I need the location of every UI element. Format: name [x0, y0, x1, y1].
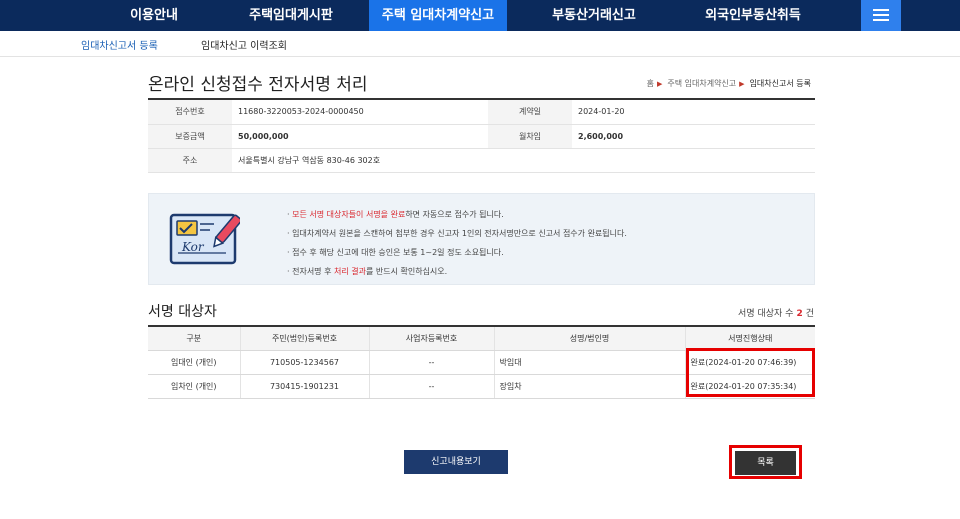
- breadcrumb-home[interactable]: 홈: [647, 79, 654, 88]
- column-header: 사업자등록번호: [368, 326, 494, 351]
- notice-highlight: 모든 서명 대상자들이 서명을 완료: [292, 210, 406, 219]
- card-text: Kor: [181, 240, 205, 254]
- breadcrumb-current: 임대차신고서 등록: [749, 79, 811, 88]
- signer-type: 임차인 (개인): [148, 374, 240, 399]
- contract-date-label: 계약일: [488, 100, 572, 125]
- nav-item-board[interactable]: 주택임대게시판: [236, 0, 346, 31]
- notice-item: · 임대차계약서 원본을 스캔하여 첨부한 경우 신고자 1인의 전자서명만으로…: [287, 229, 627, 238]
- signer-count-label: 서명 대상자 수: [738, 309, 794, 319]
- nav-item-real-estate-trade[interactable]: 부동산거래신고: [534, 0, 654, 31]
- nav-item-lease-report[interactable]: 주택 임대차계약신고: [369, 0, 507, 31]
- nav-item-foreigner[interactable]: 외국인부동산취득: [684, 0, 822, 31]
- notice-highlight: 처리 결과: [333, 267, 366, 276]
- list-button-highlight-box: [729, 445, 802, 479]
- contract-date-value: 2024-01-20: [572, 100, 815, 125]
- column-header: 성명/법인명: [493, 326, 685, 351]
- signer-biz-no: --: [368, 374, 494, 399]
- monthly-rent-label: 월차임: [488, 124, 572, 149]
- deposit-value: 50,000,000: [232, 124, 488, 149]
- column-header: 주민(법인)등록번호: [239, 326, 369, 351]
- receipt-no-value: 11680-3220053-2024-0000450: [232, 100, 488, 125]
- report-info-table: 접수번호 11680-3220053-2024-0000450 계약일 2024…: [148, 100, 815, 173]
- breadcrumb: 홈 ▶ 주택 임대차계약신고 ▶ 임대차신고서 등록: [647, 78, 811, 89]
- signer-count-value: 2: [796, 309, 803, 319]
- signer-type: 임대인 (개인): [148, 350, 240, 375]
- signer-reg-no: 710505-1234567: [239, 350, 369, 375]
- notice-box: Kor · 모든 서명 대상자들이 서명을 완료하면 자동으로 접수가 됩니다.…: [148, 193, 815, 285]
- notice-item: · 접수 후 해당 신고에 대한 승인은 보통 1~2일 정도 소요됩니다.: [287, 248, 504, 257]
- column-header: 구분: [148, 326, 240, 351]
- signer-name: 박임대: [493, 350, 685, 375]
- signer-count: 서명 대상자 수2건: [738, 306, 814, 319]
- top-navigation: 이용안내 주택임대게시판 주택 임대차계약신고 부동산거래신고 외국인부동산취득: [0, 0, 960, 31]
- page-title: 온라인 신청접수 전자서명 처리: [148, 75, 368, 95]
- status-highlight-box: [686, 348, 815, 397]
- signer-count-unit: 건: [805, 309, 814, 319]
- table-header-row: 구분 주민(법인)등록번호 사업자등록번호 성명/법인명 서명진행상태: [148, 326, 815, 351]
- monthly-rent-value: 2,600,000: [572, 124, 815, 149]
- receipt-no-label: 접수번호: [148, 100, 232, 125]
- chevron-right-icon: ▶: [656, 80, 663, 88]
- subnav-item-history[interactable]: 임대차신고 이력조회: [201, 37, 287, 52]
- signer-biz-no: --: [368, 350, 494, 375]
- signature-card-icon: Kor: [168, 209, 242, 269]
- chevron-right-icon: ▶: [739, 80, 745, 88]
- address-label: 주소: [148, 148, 232, 173]
- column-header: 서명진행상태: [684, 326, 815, 351]
- address-value: 서울특별시 강남구 역삼동 830-46 302호: [232, 148, 815, 173]
- notice-list: · 모든 서명 대상자들이 서명을 완료하면 자동으로 접수가 됩니다. · 임…: [287, 205, 627, 281]
- subnav-item-register[interactable]: 임대차신고서 등록: [81, 37, 158, 52]
- notice-item: · 전자서명 후 처리 결과를 반드시 확인하십시오.: [287, 267, 448, 276]
- signers-section-title: 서명 대상자: [148, 304, 217, 320]
- signer-reg-no: 730415-1901231: [239, 374, 369, 399]
- breadcrumb-lease-report[interactable]: 주택 임대차계약신고: [667, 79, 736, 88]
- menu-button[interactable]: [861, 0, 901, 31]
- deposit-label: 보증금액: [148, 124, 232, 149]
- nav-item-guide[interactable]: 이용안내: [104, 0, 204, 31]
- sub-navigation: 임대차신고서 등록 임대차신고 이력조회: [0, 31, 960, 57]
- view-report-button[interactable]: 신고내용보기: [404, 450, 508, 474]
- notice-item: · 모든 서명 대상자들이 서명을 완료하면 자동으로 접수가 됩니다.: [287, 210, 504, 219]
- signer-name: 장임차: [493, 374, 685, 399]
